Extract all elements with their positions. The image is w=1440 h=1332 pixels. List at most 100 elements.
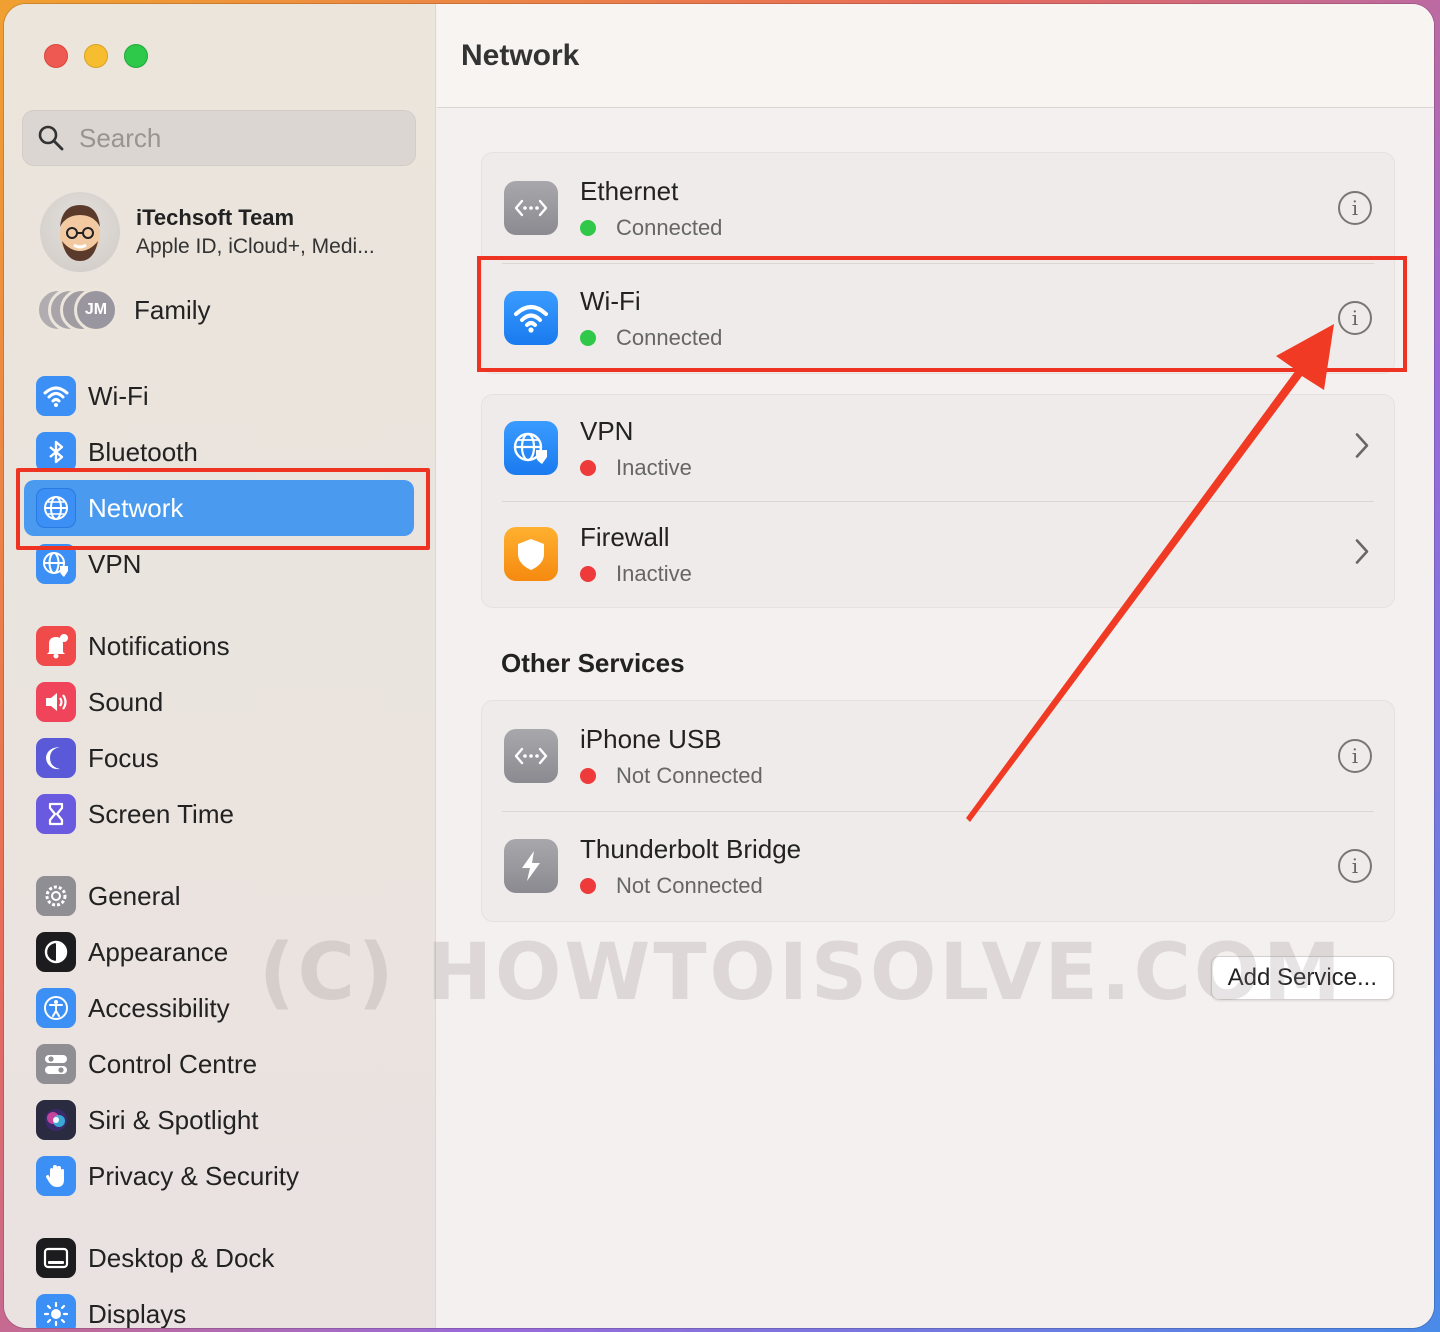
sidebar-item-accessibility[interactable]: Accessibility (24, 980, 414, 1036)
sidebar-item-label: Network (88, 492, 184, 523)
bell-icon (36, 626, 76, 666)
sidebar-item-label: Appearance (88, 936, 229, 967)
ethernet-icon (504, 181, 558, 235)
speaker-icon (36, 682, 76, 722)
thunderbolt-icon (504, 839, 558, 893)
sidebar-item-general[interactable]: General (24, 868, 414, 924)
window-controls (44, 44, 148, 68)
sidebar-item-displays[interactable]: Displays (24, 1286, 414, 1328)
status-dot-red (580, 565, 596, 582)
service-status-text: Inactive (616, 560, 692, 586)
sidebar-item-label: Siri & Spotlight (88, 1104, 259, 1135)
sidebar-item-label: Screen Time (88, 798, 234, 829)
ethernet-info-button[interactable]: i (1338, 191, 1372, 225)
service-status-text: Connected (616, 324, 723, 350)
sun-icon (36, 1294, 76, 1328)
sidebar-item-screen-time[interactable]: Screen Time (24, 786, 414, 842)
status-dot-red (580, 459, 596, 476)
service-name: Thunderbolt Bridge (580, 833, 802, 864)
sidebar-item-label: Accessibility (88, 992, 230, 1023)
dock-icon (36, 1238, 76, 1278)
sidebar-item-label: Notifications (88, 630, 230, 661)
sidebar-item-bluetooth[interactable]: Bluetooth (24, 424, 414, 480)
search-icon (38, 125, 64, 151)
hand-icon (36, 1156, 76, 1196)
siri-icon (36, 1100, 76, 1140)
status-dot-green (580, 329, 596, 346)
service-row-thunderbolt-bridge[interactable]: Thunderbolt Bridge Not Connected i (482, 811, 1394, 921)
sidebar-item-label: VPN (88, 548, 142, 579)
family-item[interactable]: JM Family (36, 288, 211, 332)
sidebar-item-notifications[interactable]: Notifications (24, 618, 414, 674)
service-name: iPhone USB (580, 723, 722, 754)
sidebar-item-appearance[interactable]: Appearance (24, 924, 414, 980)
sidebar-item-network[interactable]: Network (24, 480, 414, 536)
service-name: Firewall (580, 521, 670, 552)
service-status-text: Inactive (616, 454, 692, 480)
accessibility-icon (36, 988, 76, 1028)
service-status: Inactive (580, 455, 692, 481)
other-services-title: Other Services (501, 648, 685, 678)
chevron-right-icon[interactable] (1352, 537, 1372, 572)
sidebar: iTechsoft Team Apple ID, iCloud+, Medi..… (4, 4, 436, 1328)
service-row-firewall[interactable]: Firewall Inactive (482, 501, 1394, 607)
service-name: VPN (580, 415, 634, 446)
search-input[interactable] (79, 122, 399, 154)
sidebar-item-wifi[interactable]: Wi-Fi (24, 368, 414, 424)
service-status-text: Not Connected (616, 762, 763, 788)
sidebar-item-label: Privacy & Security (88, 1160, 299, 1191)
thunderbolt-bridge-info-button[interactable]: i (1338, 849, 1372, 883)
sidebar-item-sound[interactable]: Sound (24, 674, 414, 730)
service-status: Not Connected (580, 763, 763, 789)
system-settings-window: iTechsoft Team Apple ID, iCloud+, Medi..… (4, 4, 1434, 1328)
service-row-ethernet[interactable]: Ethernet Connected i (482, 153, 1394, 263)
service-status: Not Connected (580, 873, 801, 899)
vpn-globe-icon (504, 421, 558, 475)
service-status-text: Not Connected (616, 872, 763, 898)
family-avatars: JM (36, 288, 118, 332)
sidebar-item-label: Desktop & Dock (88, 1242, 275, 1273)
toggles-icon (36, 1044, 76, 1084)
zoom-window-button[interactable] (124, 44, 148, 68)
wifi-icon (36, 376, 76, 416)
iphone-usb-info-button[interactable]: i (1338, 739, 1372, 773)
apple-id-account[interactable]: iTechsoft Team Apple ID, iCloud+, Medi..… (40, 192, 375, 272)
sidebar-item-vpn[interactable]: VPN (24, 536, 414, 592)
page-title: Network (461, 38, 580, 72)
sidebar-item-control-centre[interactable]: Control Centre (24, 1036, 414, 1092)
service-row-iphone-usb[interactable]: iPhone USB Not Connected i (482, 701, 1394, 811)
sidebar-item-focus[interactable]: Focus (24, 730, 414, 786)
sidebar-item-label: Bluetooth (88, 436, 198, 467)
service-status: Inactive (580, 561, 692, 587)
minimize-window-button[interactable] (84, 44, 108, 68)
main-panel: Network Ethernet Connected i Wi-Fi Conne… (437, 4, 1434, 1328)
sidebar-item-privacy-security[interactable]: Privacy & Security (24, 1148, 414, 1204)
search-field[interactable] (22, 110, 416, 166)
sidebar-item-label: Control Centre (88, 1048, 258, 1079)
status-dot-red (580, 767, 596, 784)
service-status: Connected (580, 215, 722, 241)
close-window-button[interactable] (44, 44, 68, 68)
sidebar-item-label: Wi-Fi (88, 380, 149, 411)
memoji-avatar-icon (60, 205, 100, 261)
add-service-button[interactable]: Add Service... (1210, 956, 1394, 1000)
account-subtitle: Apple ID, iCloud+, Medi... (136, 235, 375, 258)
sidebar-item-desktop-dock[interactable]: Desktop & Dock (24, 1230, 414, 1286)
avatar (40, 192, 120, 272)
service-name: Wi-Fi (580, 285, 641, 316)
wifi-icon (504, 291, 558, 345)
chevron-right-icon[interactable] (1352, 431, 1372, 466)
hourglass-icon (36, 794, 76, 834)
moon-icon (36, 738, 76, 778)
sidebar-item-siri-spotlight[interactable]: Siri & Spotlight (24, 1092, 414, 1148)
appearance-icon (36, 932, 76, 972)
main-header: Network (437, 4, 1434, 108)
shield-icon (504, 527, 558, 581)
service-name: Ethernet (580, 175, 679, 206)
wifi-info-button[interactable]: i (1338, 301, 1372, 335)
service-status: Connected (580, 325, 722, 351)
status-dot-red (580, 877, 596, 894)
service-row-wifi[interactable]: Wi-Fi Connected i (482, 263, 1394, 373)
services-group-secondary: VPN Inactive Firewall Inactive (481, 394, 1395, 608)
service-row-vpn[interactable]: VPN Inactive (482, 395, 1394, 501)
